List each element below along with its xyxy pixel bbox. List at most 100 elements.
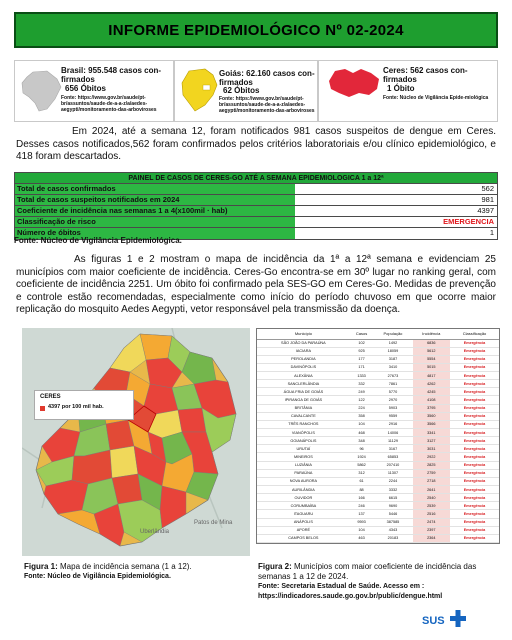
- cell-populacao: 5770: [373, 387, 413, 397]
- card-brasil: Brasil: 955.548 casos con- firmados 656 …: [14, 60, 174, 122]
- cell-incidencia: 2759: [412, 469, 450, 478]
- ceres-map-icon: [329, 69, 379, 97]
- cell-incidencia: 4245: [412, 387, 450, 397]
- cell-incidencia: 5554: [412, 355, 450, 364]
- card-goias: Goiás: 62.160 casos con- firmados 62 Óbi…: [174, 60, 318, 122]
- risk-value: EMERGENCIA: [295, 217, 497, 227]
- table-row: LUZIÂNIA 5862 207410 2825 Emergência: [257, 461, 499, 470]
- cell-populacao: 3410: [373, 363, 413, 373]
- cell-casos: 171: [349, 363, 374, 373]
- cell-populacao: 5903: [373, 404, 413, 413]
- summary-cards: Brasil: 955.548 casos con- firmados 656 …: [14, 60, 498, 122]
- cell-municipio: GOIANÁPOLIS: [257, 436, 350, 446]
- cell-casos: 925: [349, 347, 374, 356]
- table-source: Fonte: Núcleo de Vigilância Epidemiológi…: [14, 236, 182, 245]
- cell-incidencia: 3127: [412, 436, 450, 446]
- table-row: GOIANÁPOLIS 348 11129 3127 Emergência: [257, 436, 499, 446]
- card-deaths: 62 Óbitos: [223, 86, 260, 95]
- fig2-source: Fonte: Secretaria Estadual de Saúde. Ace…: [258, 583, 443, 600]
- cell-classificacao: Emergência: [450, 379, 499, 389]
- cell-classificacao: Emergência: [450, 526, 499, 535]
- table-row: Total de casos suspeitos notificados em …: [15, 195, 497, 206]
- cell-incidencia: 2718: [412, 477, 450, 487]
- card-region: Goiás: [219, 69, 242, 78]
- col-casos: Casos: [349, 329, 374, 340]
- cell-populacao: 207410: [373, 461, 413, 470]
- cell-incidencia: 4262: [412, 379, 450, 389]
- cell-populacao: 20183: [373, 534, 413, 544]
- cell-municipio: AURILÂNDIA: [257, 485, 350, 495]
- table-row: PARAÚNA 312 11307 2759 Emergência: [257, 469, 499, 478]
- cell-populacao: 27673: [373, 371, 413, 381]
- card-cases: 562 casos con-: [410, 66, 468, 75]
- report-title: INFORME EPIDEMIOLÓGICO Nº 02-2024: [108, 21, 404, 39]
- card-source: Fonte: Núcleo de Vigilância Epide-miológ…: [383, 95, 489, 101]
- fig1-source: Fonte: Núcleo de Vigilância Epidemiológi…: [24, 573, 171, 580]
- card-source: Fonte: https://www.gov.br/saude/pt-br/as…: [219, 96, 315, 114]
- intro-paragraph: Em 2024, até a semana 12, foram notifica…: [16, 126, 496, 162]
- cell-classificacao: Emergência: [450, 452, 499, 462]
- cell-incidencia: 2539: [412, 501, 450, 511]
- cell-populacao: 387585: [373, 518, 413, 527]
- card-source: Fonte: https://www.gov.br/saude/pt-br/as…: [61, 95, 157, 113]
- table-row: SANCLERLÂNDIA 332 7861 4262 Emergência: [257, 379, 499, 389]
- table-row: AURILÂNDIA 88 3332 2641 Emergência: [257, 485, 499, 495]
- map-label-patos: Patos de Mina: [194, 520, 233, 526]
- col-municipio: Município: [257, 329, 350, 340]
- fig1-text: Mapa de incidência semana (1 a 12).: [60, 562, 192, 571]
- cell-classificacao: Emergência: [450, 404, 499, 413]
- row-label: Coeficiente de incidência nas semanas 1 …: [15, 206, 295, 216]
- cell-populacao: 5446: [373, 509, 413, 519]
- cell-populacao: 1492: [373, 339, 413, 348]
- map-legend: CERES 4397 por 100 mil hab.: [34, 390, 134, 420]
- brazil-map-icon: [21, 70, 62, 112]
- cell-incidencia: 6836: [412, 339, 450, 348]
- cell-casos: 358: [349, 412, 374, 421]
- cell-casos: 104: [349, 526, 374, 535]
- cell-municipio: IACIARA: [257, 347, 350, 356]
- cell-incidencia: 4108: [412, 395, 450, 405]
- cell-populacao: 65853: [373, 452, 413, 462]
- table-row: Total de casos confirmados 562: [15, 184, 497, 195]
- cell-casos: 166: [349, 493, 374, 503]
- cell-municipio: BRITÂNIA: [257, 404, 350, 413]
- cell-classificacao: Emergência: [450, 355, 499, 364]
- row-value: 4397: [295, 206, 497, 216]
- cell-casos: 9593: [349, 518, 374, 527]
- cell-classificacao: Emergência: [450, 485, 499, 495]
- cell-populacao: 6615: [373, 493, 413, 503]
- cell-municipio: VIANÓPOLIS: [257, 428, 350, 438]
- municipalities-table: Município Casos População Incidência Cla…: [256, 328, 500, 545]
- summary-table: PAINEL DE CASOS DE CERES-GO ATÉ A SEMANA…: [14, 172, 498, 240]
- cell-populacao: 18059: [373, 347, 413, 356]
- cell-classificacao: Emergência: [450, 509, 499, 519]
- legend-value: 4397 por 100 mil hab.: [48, 404, 104, 410]
- report-title-banner: INFORME EPIDEMIOLÓGICO Nº 02-2024: [14, 12, 498, 48]
- card-region: Ceres: [383, 66, 406, 75]
- table-row: ALEXÂNIA 1333 27673 4817 Emergência: [257, 371, 499, 381]
- cell-populacao: 14006: [373, 428, 413, 438]
- table-row: ANÁPOLIS 9593 387585 2474 Emergência: [257, 518, 499, 527]
- col-classificacao: Classificação: [450, 329, 499, 340]
- cell-classificacao: Emergência: [450, 477, 499, 487]
- cell-incidencia: 2641: [412, 485, 450, 495]
- table-row: ITAGUARU 137 5446 2516 Emergência: [257, 509, 499, 519]
- cell-casos: 468: [349, 428, 374, 438]
- table-row: OUVIDOR 166 6615 2540 Emergência: [257, 493, 499, 503]
- cell-incidencia: 3566: [412, 420, 450, 430]
- cell-casos: 332: [349, 379, 374, 389]
- cell-incidencia: 5015: [412, 363, 450, 373]
- cell-municipio: SÃO JOÃO DA PARAÚNA: [257, 339, 350, 348]
- row-value: 981: [295, 195, 497, 205]
- cell-incidencia: 2516: [412, 509, 450, 519]
- cell-casos: 463: [349, 534, 374, 544]
- cell-casos: 348: [349, 436, 374, 446]
- cell-classificacao: Emergência: [450, 347, 499, 356]
- cell-classificacao: Emergência: [450, 436, 499, 446]
- cell-casos: 104: [349, 420, 374, 430]
- card-deaths: 1 Óbito: [387, 84, 415, 93]
- cell-casos: 61: [349, 477, 374, 487]
- table-row: IACIARA 925 18059 5612 Emergência: [257, 347, 499, 356]
- cell-incidencia: 3795: [412, 404, 450, 413]
- table-row: CAVALCANTE 358 9559 3560 Emergência: [257, 412, 499, 421]
